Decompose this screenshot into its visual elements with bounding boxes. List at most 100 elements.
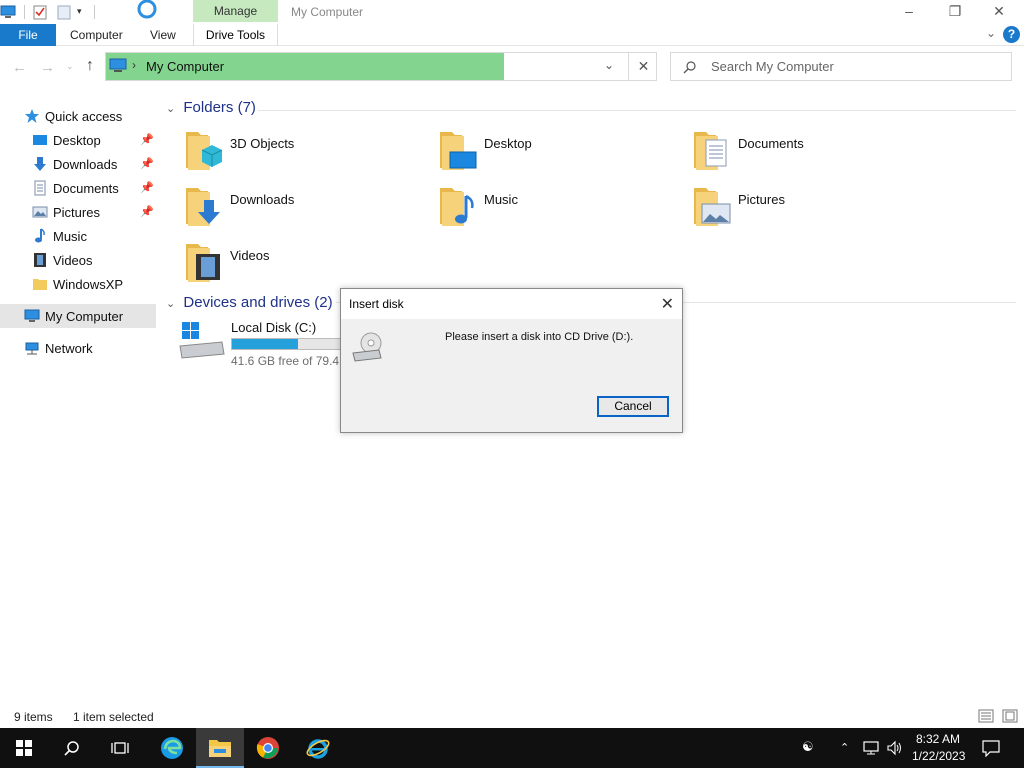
chevron-down-icon: ⌄	[166, 103, 176, 115]
minimize-button[interactable]: –	[886, 0, 932, 24]
pictures-folder-icon	[694, 188, 731, 226]
volume-icon[interactable]	[886, 740, 904, 756]
close-icon[interactable]: ✕	[628, 53, 658, 80]
taskbar-file-explorer[interactable]	[196, 728, 244, 768]
group-divider	[258, 110, 1016, 111]
pin-icon: 📌	[140, 158, 154, 170]
computer-icon[interactable]	[0, 4, 16, 20]
clock-date[interactable]: 1/22/2023	[912, 749, 965, 763]
forward-arrow-icon[interactable]: →	[40, 59, 55, 76]
details-view-icon[interactable]	[978, 709, 994, 723]
search-icon	[683, 61, 696, 74]
cancel-button[interactable]: Cancel	[597, 396, 669, 417]
group-header-folders[interactable]: ⌄ Folders (7)	[166, 99, 256, 116]
chevron-down-icon[interactable]: ⌄	[604, 58, 614, 72]
sidebar-item-my-computer[interactable]: My Computer	[0, 304, 156, 328]
document-icon	[34, 180, 46, 196]
folder-desktop[interactable]: Desktop	[436, 128, 686, 178]
task-view-icon	[111, 742, 129, 754]
recent-locations-icon[interactable]: ⌄	[66, 61, 74, 72]
tab-drive-tools[interactable]: Drive Tools	[193, 24, 278, 46]
hard-drive-icon	[179, 322, 225, 359]
videos-folder-icon	[186, 244, 220, 282]
search-button[interactable]	[48, 728, 96, 768]
sidebar-item-downloads[interactable]: Downloads 📌	[0, 152, 156, 176]
customize-qat-icon[interactable]: ▾	[77, 6, 82, 17]
cd-drive-icon	[352, 332, 382, 362]
up-arrow-icon[interactable]: ↑	[86, 57, 94, 75]
status-bar: 9 items 1 item selected	[0, 706, 1024, 728]
window-title: My Computer	[291, 5, 364, 19]
back-arrow-icon[interactable]: ←	[12, 59, 27, 76]
folder-label: Downloads	[230, 192, 295, 207]
sidebar-item-label: My Computer	[45, 309, 124, 324]
address-bar[interactable]: › My Computer ⌄ ✕	[105, 52, 657, 81]
sidebar-item-videos[interactable]: Videos	[0, 248, 156, 272]
item-count: 9 items	[14, 710, 53, 724]
film-icon	[34, 253, 46, 267]
search-placeholder: Search My Computer	[711, 59, 834, 74]
folder-music[interactable]: Music	[436, 184, 686, 234]
expand-ribbon-icon[interactable]: ⌄	[986, 26, 996, 40]
tab-computer[interactable]: Computer	[70, 24, 123, 46]
desktop-folder-icon	[440, 132, 477, 170]
folder-videos[interactable]: Videos	[182, 240, 432, 290]
large-icons-view-icon[interactable]	[1002, 709, 1018, 723]
sidebar-item-label: Music	[53, 229, 87, 244]
computer-icon	[24, 309, 40, 322]
ribbon-tabs: File Computer View Drive Tools ⌄ ?	[0, 24, 1024, 46]
new-folder-icon[interactable]	[56, 4, 72, 20]
folder-downloads[interactable]: Downloads	[182, 184, 432, 234]
taskbar-internet-explorer[interactable]	[294, 728, 342, 768]
restore-button[interactable]: ❐	[932, 0, 978, 24]
folder-3d-objects[interactable]: 3D Objects	[182, 128, 432, 178]
close-button[interactable]: ✕	[976, 0, 1022, 24]
sidebar-item-label: Downloads	[53, 157, 118, 172]
search-input[interactable]: Search My Computer	[670, 52, 1012, 81]
folder-label: Desktop	[484, 136, 532, 151]
sidebar-item-windowsxp[interactable]: WindowsXP	[0, 272, 156, 296]
sidebar-item-label: Documents	[53, 181, 119, 196]
help-icon[interactable]: ?	[1003, 26, 1020, 43]
taskbar-edge[interactable]	[148, 728, 196, 768]
group-title: Devices and drives (2)	[183, 294, 333, 311]
sidebar-item-pictures[interactable]: Pictures 📌	[0, 200, 156, 224]
notification-icon[interactable]	[982, 739, 1000, 757]
tab-manage[interactable]: Manage	[193, 0, 278, 22]
sidebar-item-quick-access[interactable]: Quick access	[0, 104, 156, 128]
close-icon[interactable]: ✕	[661, 294, 674, 314]
taskbar-chrome[interactable]	[244, 728, 292, 768]
sidebar-item-desktop[interactable]: Desktop 📌	[0, 128, 156, 152]
sidebar-item-label: Network	[45, 341, 93, 356]
clock-time[interactable]: 8:32 AM	[916, 732, 960, 746]
sidebar-item-label: Quick access	[45, 109, 123, 124]
folder-pictures[interactable]: Pictures	[690, 184, 940, 234]
sidebar-item-label: Pictures	[53, 205, 100, 220]
breadcrumb[interactable]: My Computer	[146, 59, 224, 74]
dialog-message: Please insert a disk into CD Drive (D:).	[445, 331, 634, 343]
tab-file[interactable]: File	[0, 24, 56, 46]
sidebar-item-documents[interactable]: Documents 📌	[0, 176, 156, 200]
network-status-icon[interactable]	[862, 740, 880, 756]
insert-disk-dialog: Insert disk ✕ Please insert a disk into …	[340, 288, 683, 433]
group-header-devices[interactable]: ⌄ Devices and drives (2)	[166, 294, 333, 311]
dialog-title: Insert disk	[349, 297, 404, 311]
3d-objects-folder-icon	[186, 132, 223, 170]
drive-label: Local Disk (C:)	[231, 320, 317, 335]
downloads-folder-icon	[186, 188, 220, 226]
chevron-up-icon[interactable]: ⌃	[840, 741, 849, 754]
people-icon[interactable]: ☯	[802, 739, 814, 755]
task-view-button[interactable]	[96, 728, 144, 768]
start-button[interactable]	[0, 728, 48, 768]
folder-documents[interactable]: Documents	[690, 128, 940, 178]
sidebar-item-music[interactable]: Music	[0, 224, 156, 248]
breadcrumb-chevron-icon[interactable]: ›	[132, 58, 136, 72]
desktop-icon	[33, 135, 47, 145]
tab-view[interactable]: View	[150, 24, 176, 46]
pin-icon: 📌	[140, 206, 154, 218]
properties-icon[interactable]	[32, 4, 48, 20]
address-row: ← → ⌄ ↑ › My Computer ⌄ ✕ Search My Comp…	[0, 47, 1024, 87]
folder-label: Music	[484, 192, 518, 207]
sidebar-item-network[interactable]: Network	[0, 336, 156, 360]
navigation-pane: Quick access Desktop 📌 Downloads 📌 Docum…	[0, 100, 160, 700]
